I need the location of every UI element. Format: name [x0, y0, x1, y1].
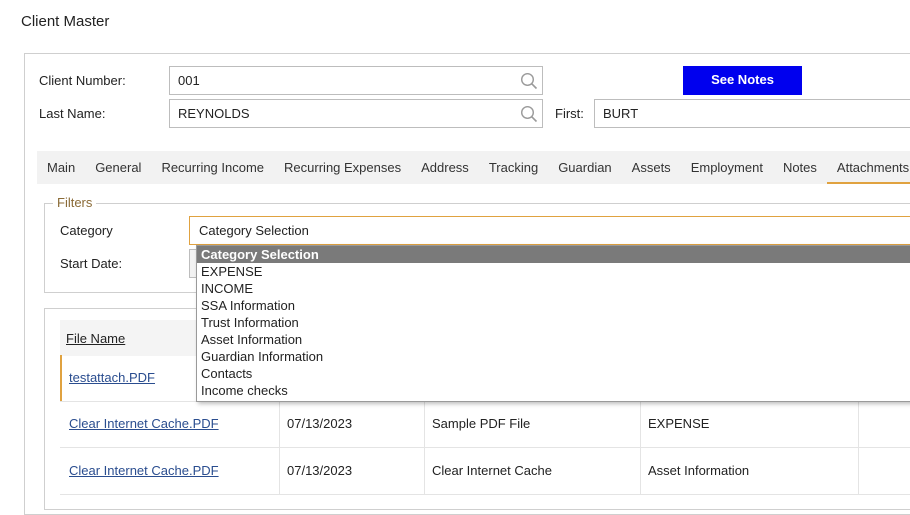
last-name-value: REYNOLDS	[178, 106, 250, 121]
tab-assets[interactable]: Assets	[622, 151, 681, 184]
row-indicator	[60, 355, 62, 401]
table-row[interactable]: Clear Internet Cache.PDF 07/13/2023 Clea…	[60, 448, 910, 495]
category-option[interactable]: SSA Information	[197, 297, 910, 314]
first-name-value: BURT	[603, 106, 639, 121]
tab-guardian[interactable]: Guardian	[548, 151, 621, 184]
first-name-field[interactable]: BURT	[594, 99, 910, 128]
last-name-field[interactable]: REYNOLDS	[169, 99, 543, 128]
date-cell: 07/13/2023	[287, 416, 353, 431]
search-icon[interactable]	[520, 105, 538, 123]
category-dropdown-list: Category Selection EXPENSE INCOME SSA In…	[196, 245, 910, 402]
file-link[interactable]: Clear Internet Cache.PDF	[69, 463, 219, 478]
category-option[interactable]: INCOME	[197, 280, 910, 297]
start-date-label: Start Date:	[60, 256, 123, 271]
category-label: Category	[60, 223, 113, 238]
tab-employment[interactable]: Employment	[681, 151, 773, 184]
category-cell: EXPENSE	[648, 416, 710, 431]
search-icon[interactable]	[520, 72, 538, 90]
category-option[interactable]: Category Selection	[197, 246, 910, 263]
see-notes-button[interactable]: See Notes	[683, 66, 802, 95]
tab-attachments[interactable]: Attachments	[826, 151, 910, 184]
file-link[interactable]: testattach.PDF	[69, 370, 155, 385]
filters-legend: Filters	[53, 195, 97, 210]
client-number-value: 001	[178, 73, 200, 88]
tab-address[interactable]: Address	[411, 151, 479, 184]
tab-main[interactable]: Main	[37, 151, 85, 184]
tab-notes[interactable]: Notes	[773, 151, 827, 184]
date-cell: 07/13/2023	[287, 463, 353, 478]
table-row[interactable]: Clear Internet Cache.PDF 07/13/2023 Samp…	[60, 401, 910, 448]
category-select[interactable]: Category Selection	[189, 216, 910, 245]
description-cell: Clear Internet Cache	[432, 463, 552, 478]
category-option[interactable]: Contacts	[197, 365, 910, 382]
category-option[interactable]: Asset Information	[197, 331, 910, 348]
category-option[interactable]: EXPENSE	[197, 263, 910, 280]
tab-bar: Main General Recurring Income Recurring …	[37, 151, 910, 184]
tab-recurring-income[interactable]: Recurring Income	[151, 151, 274, 184]
page-title: Client Master	[21, 13, 110, 30]
tab-recurring-expenses[interactable]: Recurring Expenses	[274, 151, 411, 184]
category-option[interactable]: Guardian Information	[197, 348, 910, 365]
client-number-label: Client Number:	[39, 73, 126, 88]
column-header-file-name[interactable]: File Name	[66, 331, 125, 346]
description-cell: Sample PDF File	[432, 416, 531, 431]
tab-general[interactable]: General	[85, 151, 151, 184]
file-link[interactable]: Clear Internet Cache.PDF	[69, 416, 219, 431]
category-option[interactable]: Income checks	[197, 382, 910, 399]
first-name-label: First:	[555, 106, 584, 121]
category-cell: Asset Information	[648, 463, 750, 478]
last-name-label: Last Name:	[39, 106, 106, 121]
category-option[interactable]: Trust Information	[197, 314, 910, 331]
client-number-field[interactable]: 001	[169, 66, 543, 95]
tab-tracking[interactable]: Tracking	[479, 151, 548, 184]
